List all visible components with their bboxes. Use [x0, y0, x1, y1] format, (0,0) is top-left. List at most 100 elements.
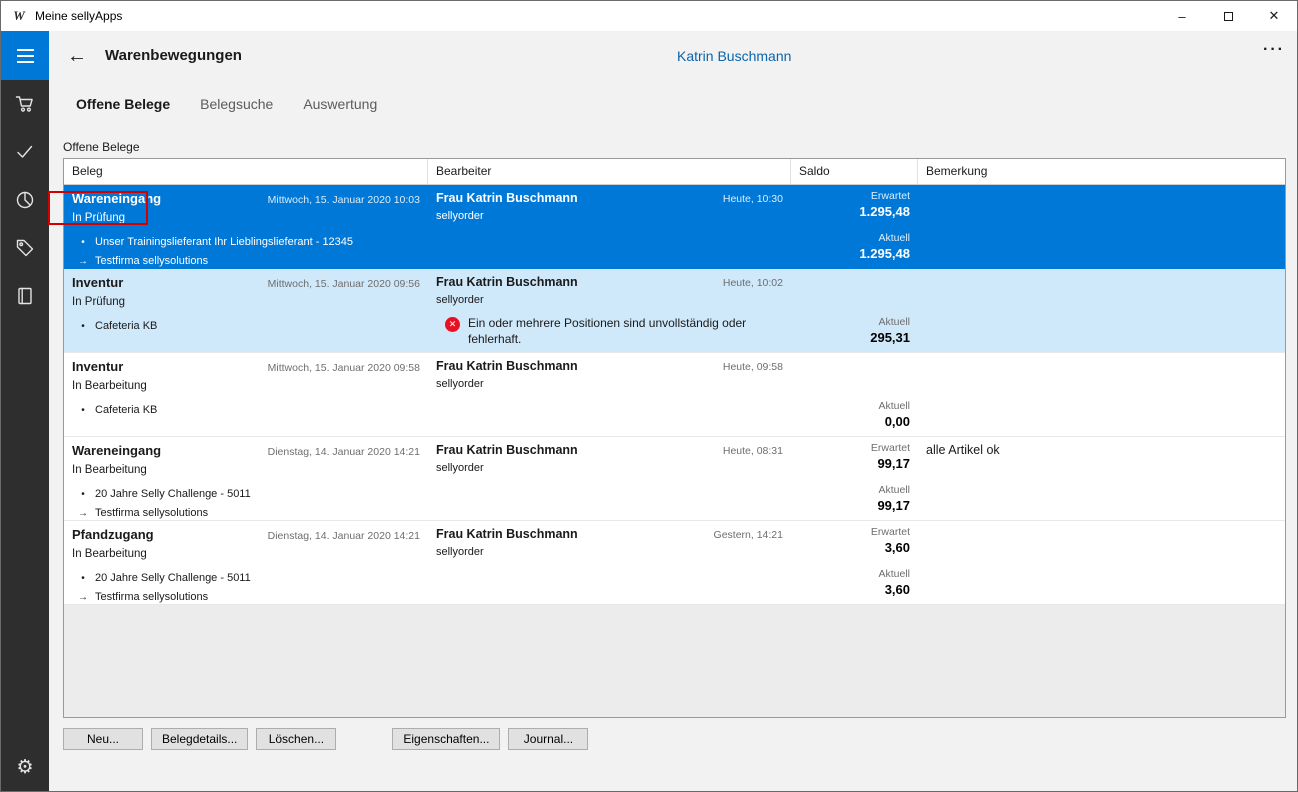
- table-row[interactable]: Pfandzugang Dienstag, 14. Januar 2020 14…: [64, 521, 1285, 605]
- price-tag-icon: [15, 238, 35, 258]
- arrow-marker: →: [78, 588, 88, 604]
- doc-editor-app: sellyorder: [436, 462, 783, 474]
- saldo-expected-label: Erwartet: [871, 526, 910, 538]
- sidebar-item-einkauf[interactable]: [1, 80, 49, 128]
- doc-editor: Frau Katrin Buschmann: [436, 359, 578, 373]
- journal-button[interactable]: Journal...: [508, 728, 588, 750]
- page-header: ← Warenbewegungen Katrin Buschmann ···: [49, 31, 1298, 81]
- doc-editor: Frau Katrin Buschmann: [436, 191, 578, 205]
- sidebar-item-preise[interactable]: [1, 224, 49, 272]
- tab-auswertung[interactable]: Auswertung: [303, 96, 377, 112]
- bullet-marker: •: [78, 317, 88, 336]
- saldo-cell: Aktuell 0,00: [791, 353, 918, 436]
- doc-status: In Bearbeitung: [72, 464, 420, 476]
- doc-time: Gestern, 14:21: [714, 529, 783, 541]
- back-arrow-icon: ←: [67, 45, 87, 68]
- maximize-button[interactable]: [1205, 1, 1251, 31]
- sidebar-item-journal[interactable]: [1, 272, 49, 320]
- doc-detail-text: Unser Trainingslieferant Ihr Lieblingsli…: [95, 233, 353, 252]
- doc-type: Pfandzugang: [72, 527, 154, 542]
- doc-note: alle Artikel ok: [926, 443, 1277, 457]
- settings-button[interactable]: ⚙: [1, 743, 49, 791]
- maximize-icon: [1224, 12, 1233, 21]
- bemerkung-cell: [918, 185, 1285, 268]
- saldo-actual-value: 295,31: [870, 330, 910, 345]
- tab-offene-belege[interactable]: Offene Belege: [76, 96, 170, 112]
- saldo-actual-label: Aktuell: [870, 316, 910, 328]
- saldo-expected-value: 99,17: [871, 456, 910, 471]
- saldo-expected-label: Erwartet: [859, 190, 910, 202]
- beleg-cell: Wareneingang Dienstag, 14. Januar 2020 1…: [64, 437, 428, 520]
- doc-type: Wareneingang: [72, 191, 161, 206]
- doc-detail: → Testfirma sellysolutions: [72, 588, 420, 604]
- saldo-actual-label: Aktuell: [878, 400, 910, 412]
- bearbeiter-cell: Frau Katrin Buschmann Heute, 10:02 selly…: [428, 269, 791, 352]
- table-row[interactable]: Inventur Mittwoch, 15. Januar 2020 09:58…: [64, 353, 1285, 437]
- doc-type: Inventur: [72, 275, 123, 290]
- doc-time: Heute, 08:31: [723, 445, 783, 457]
- menu-button[interactable]: [1, 31, 49, 80]
- bearbeiter-cell: Frau Katrin Buschmann Gestern, 14:21 sel…: [428, 521, 791, 604]
- doc-detail: • 20 Jahre Selly Challenge - 5011: [72, 569, 420, 588]
- details-button[interactable]: Belegdetails...: [151, 728, 248, 750]
- saldo-expected: Erwartet 99,17: [871, 442, 910, 471]
- tab-belegsuche[interactable]: Belegsuche: [200, 96, 273, 112]
- saldo-actual: Aktuell 0,00: [878, 400, 910, 429]
- saldo-expected: Erwartet 1.295,48: [859, 190, 910, 219]
- bearbeiter-cell: Frau Katrin Buschmann Heute, 09:58 selly…: [428, 353, 791, 436]
- doc-detail: • Unser Trainingslieferant Ihr Lieblings…: [72, 233, 420, 252]
- book-icon: [15, 286, 35, 306]
- doc-detail: → Testfirma sellysolutions: [72, 252, 420, 268]
- more-button[interactable]: ···: [1263, 41, 1285, 59]
- saldo-actual-value: 3,60: [878, 582, 910, 597]
- column-header-saldo[interactable]: Saldo: [791, 159, 918, 184]
- doc-editor: Frau Katrin Buschmann: [436, 443, 578, 457]
- doc-editor: Frau Katrin Buschmann: [436, 275, 578, 289]
- saldo-actual: Aktuell 1.295,48: [859, 232, 910, 261]
- gear-icon: ⚙: [16, 758, 33, 777]
- title-bar: W Meine sellyApps – ✕: [1, 1, 1297, 31]
- saldo-cell: Aktuell 295,31: [791, 269, 918, 352]
- back-button[interactable]: ←: [62, 41, 92, 71]
- saldo-actual-value: 99,17: [877, 498, 910, 513]
- doc-type: Inventur: [72, 359, 123, 374]
- column-header-bearbeiter[interactable]: Bearbeiter: [428, 159, 791, 184]
- arrow-marker: →: [78, 252, 88, 268]
- app-window: W Meine sellyApps – ✕: [0, 0, 1298, 792]
- table-row[interactable]: Inventur Mittwoch, 15. Januar 2020 09:56…: [64, 269, 1285, 353]
- pie-chart-icon: [15, 190, 35, 210]
- saldo-actual: Aktuell 295,31: [870, 316, 910, 345]
- minimize-button[interactable]: –: [1159, 1, 1205, 31]
- column-header-bemerkung[interactable]: Bemerkung: [918, 159, 1285, 184]
- close-button[interactable]: ✕: [1251, 1, 1297, 31]
- window-controls: – ✕: [1159, 1, 1297, 31]
- error-text: Ein oder mehrere Positionen sind unvolls…: [468, 315, 768, 347]
- footer-button-bar: Neu... Belegdetails... Löschen... Eigens…: [63, 728, 588, 750]
- delete-button[interactable]: Löschen...: [256, 728, 336, 750]
- window-title: Meine sellyApps: [35, 9, 122, 23]
- properties-button[interactable]: Eigenschaften...: [392, 728, 500, 750]
- page-title: Warenbewegungen: [105, 47, 242, 64]
- doc-editor: Frau Katrin Buschmann: [436, 527, 578, 541]
- saldo-actual-value: 1.295,48: [859, 246, 910, 261]
- new-button[interactable]: Neu...: [63, 728, 143, 750]
- arrow-marker: →: [78, 504, 88, 520]
- doc-time: Heute, 10:30: [723, 193, 783, 205]
- doc-type: Wareneingang: [72, 443, 161, 458]
- sidebar-item-auswertung[interactable]: [1, 176, 49, 224]
- table-row[interactable]: Wareneingang Mittwoch, 15. Januar 2020 1…: [64, 185, 1285, 269]
- documents-table: Beleg Bearbeiter Saldo Bemerkung Warenei…: [63, 158, 1286, 718]
- doc-editor-app: sellyorder: [436, 294, 783, 306]
- check-icon: [15, 142, 35, 162]
- list-caption: Offene Belege: [63, 140, 140, 154]
- close-icon: ✕: [1269, 8, 1280, 24]
- saldo-actual: Aktuell 99,17: [877, 484, 910, 513]
- doc-date: Mittwoch, 15. Januar 2020 09:56: [268, 278, 420, 290]
- table-row[interactable]: Wareneingang Dienstag, 14. Januar 2020 1…: [64, 437, 1285, 521]
- user-name[interactable]: Katrin Buschmann: [677, 48, 791, 64]
- doc-status: In Bearbeitung: [72, 548, 420, 560]
- doc-date: Mittwoch, 15. Januar 2020 09:58: [268, 362, 420, 374]
- doc-status: In Bearbeitung: [72, 380, 420, 392]
- sidebar-item-belege[interactable]: [1, 128, 49, 176]
- column-header-beleg[interactable]: Beleg: [64, 159, 428, 184]
